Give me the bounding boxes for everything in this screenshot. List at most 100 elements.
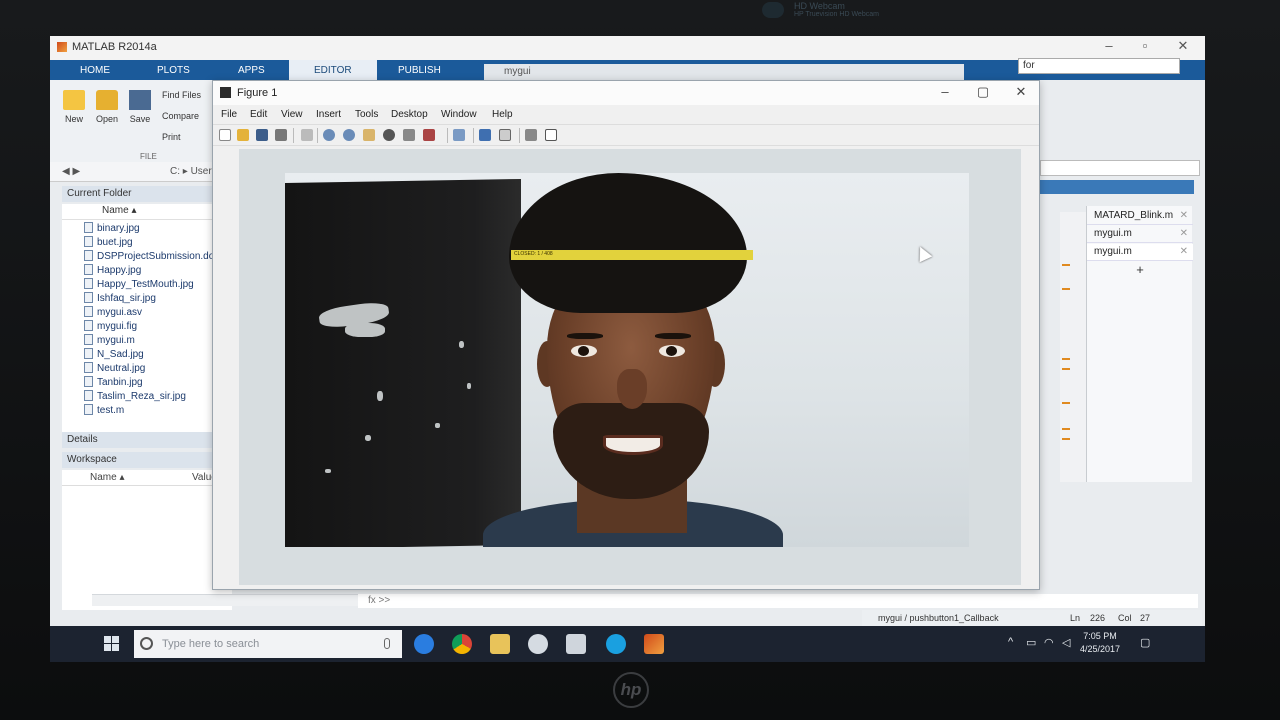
toolbar-separator (473, 128, 474, 143)
tab-home[interactable]: HOME (80, 65, 110, 76)
close-button[interactable]: ✕ (1168, 38, 1198, 54)
workspace-name-column[interactable]: Name ▴ (90, 472, 124, 483)
toolbar-separator (293, 128, 294, 143)
rotate-icon[interactable] (383, 129, 395, 141)
address-bar[interactable]: ◀ ▶ C: ▸ User (50, 162, 220, 182)
list-item[interactable]: mygui.fig (84, 320, 137, 334)
list-item[interactable]: mygui.asv (84, 306, 142, 320)
menu-window[interactable]: Window (441, 109, 477, 120)
figure-minimize-button[interactable]: – (931, 84, 959, 99)
command-prompt: fx >> (368, 595, 391, 606)
new-button[interactable]: New (56, 90, 92, 124)
link-plot-icon[interactable] (453, 129, 465, 141)
horizontal-scrollbar[interactable] (92, 594, 358, 606)
file-explorer-icon[interactable] (490, 634, 510, 654)
document-app-icon[interactable] (566, 634, 586, 654)
list-item[interactable]: Happy_TestMouth.jpg (84, 278, 194, 292)
file-icon (84, 264, 93, 275)
search-input[interactable]: for (1018, 58, 1180, 74)
right-eye (659, 345, 685, 357)
list-item[interactable]: binary.jpg (84, 222, 140, 236)
open-file-icon[interactable] (237, 129, 249, 141)
file-name-column[interactable]: Name ▴ (62, 204, 232, 220)
save-button[interactable]: Save (122, 90, 158, 124)
list-item[interactable]: Taslim_Reza_sir.jpg (84, 390, 186, 404)
matlab-taskbar-icon[interactable] (644, 634, 664, 654)
windows-start-icon[interactable] (104, 636, 120, 652)
edit-plot-icon[interactable] (301, 129, 313, 141)
menu-view[interactable]: View (281, 109, 303, 120)
volume-icon[interactable]: ◁ (1062, 636, 1070, 649)
panel-speck (459, 341, 464, 348)
close-icon[interactable]: ✕ (1180, 210, 1188, 221)
tab-editor[interactable]: EDITOR (289, 60, 377, 80)
show-plot-tools-icon[interactable] (545, 129, 557, 141)
address-path[interactable]: C: ▸ User (170, 166, 212, 177)
menu-file[interactable]: File (221, 109, 237, 120)
zoom-in-icon[interactable] (323, 129, 335, 141)
tab-mygui-active[interactable]: mygui.m ✕ (1087, 244, 1193, 261)
clock[interactable]: 7:05 PM 4/25/2017 (1080, 630, 1120, 656)
file-name: Ishfaq_sir.jpg (97, 293, 156, 304)
notifications-icon[interactable]: ▢ (1140, 636, 1150, 649)
add-tab-button[interactable]: + (1087, 262, 1193, 277)
matlab-window-title: MATLAB R2014a (72, 41, 157, 53)
list-item[interactable]: buet.jpg (84, 236, 133, 250)
colorbar-icon[interactable] (479, 129, 491, 141)
path-dropdown[interactable] (1040, 160, 1200, 176)
data-cursor-icon[interactable] (403, 129, 415, 141)
figure-titlebar[interactable]: Figure 1 – ▢ ✕ (213, 81, 1039, 105)
microphone-icon[interactable] (384, 638, 390, 649)
edge-browser-icon[interactable] (414, 634, 434, 654)
list-item[interactable]: Ishfaq_sir.jpg (84, 292, 156, 306)
maximize-button[interactable]: ▫ (1130, 38, 1160, 53)
list-item[interactable]: Neutral.jpg (84, 362, 145, 376)
tab-publish[interactable]: PUBLISH (398, 65, 441, 76)
command-window-input[interactable]: fx >> (358, 594, 1198, 608)
list-item[interactable]: DSPProjectSubmission.docx (84, 250, 224, 264)
list-item[interactable]: Tanbin.jpg (84, 376, 143, 390)
close-icon[interactable]: ✕ (1180, 246, 1188, 257)
ribbon-group-label: FILE (140, 152, 157, 161)
close-icon[interactable]: ✕ (1180, 228, 1188, 239)
tab-apps[interactable]: APPS (238, 65, 265, 76)
zoom-out-icon[interactable] (343, 129, 355, 141)
battery-icon[interactable]: ▭ (1026, 636, 1036, 649)
legend-icon[interactable] (499, 129, 511, 141)
tab-matard-blink[interactable]: MATARD_Blink.m ✕ (1087, 208, 1193, 225)
find-files-button[interactable]: Find Files (162, 90, 201, 100)
figure-close-button[interactable]: ✕ (1007, 84, 1035, 100)
open-button[interactable]: Open (89, 90, 125, 124)
list-item[interactable]: Happy.jpg (84, 264, 141, 278)
taskbar-search-input[interactable]: Type here to search (134, 630, 402, 658)
print-figure-icon[interactable] (275, 129, 287, 141)
tab-plots[interactable]: PLOTS (157, 65, 190, 76)
compare-button[interactable]: Compare (162, 111, 199, 121)
background-window-titlebar[interactable]: mygui (484, 64, 964, 80)
status-col-label: Col (1118, 613, 1132, 623)
chevron-up-icon[interactable]: ^ (1008, 636, 1013, 648)
save-figure-icon[interactable] (256, 129, 268, 141)
back-arrow-icon[interactable]: ◀ ▶ (62, 166, 80, 177)
pan-icon[interactable] (363, 129, 375, 141)
list-item[interactable]: N_Sad.jpg (84, 348, 144, 362)
wifi-icon[interactable]: ◠ (1044, 636, 1054, 649)
print-button[interactable]: Print (162, 132, 181, 142)
list-item[interactable]: mygui.m (84, 334, 135, 348)
details-header[interactable]: Details (62, 432, 232, 448)
store-icon[interactable] (528, 634, 548, 654)
tab-mygui[interactable]: mygui.m ✕ (1087, 226, 1193, 243)
new-figure-icon[interactable] (219, 129, 231, 141)
menu-insert[interactable]: Insert (316, 109, 341, 120)
menu-tools[interactable]: Tools (355, 109, 378, 120)
menu-edit[interactable]: Edit (250, 109, 267, 120)
minimize-button[interactable]: – (1094, 38, 1124, 53)
figure-maximize-button[interactable]: ▢ (969, 84, 997, 100)
brush-icon[interactable] (423, 129, 435, 141)
menu-help[interactable]: Help (492, 109, 513, 120)
menu-desktop[interactable]: Desktop (391, 109, 428, 120)
hide-plot-tools-icon[interactable] (525, 129, 537, 141)
skype-icon[interactable] (606, 634, 626, 654)
list-item[interactable]: test.m (84, 404, 124, 418)
chrome-icon[interactable] (452, 634, 472, 654)
